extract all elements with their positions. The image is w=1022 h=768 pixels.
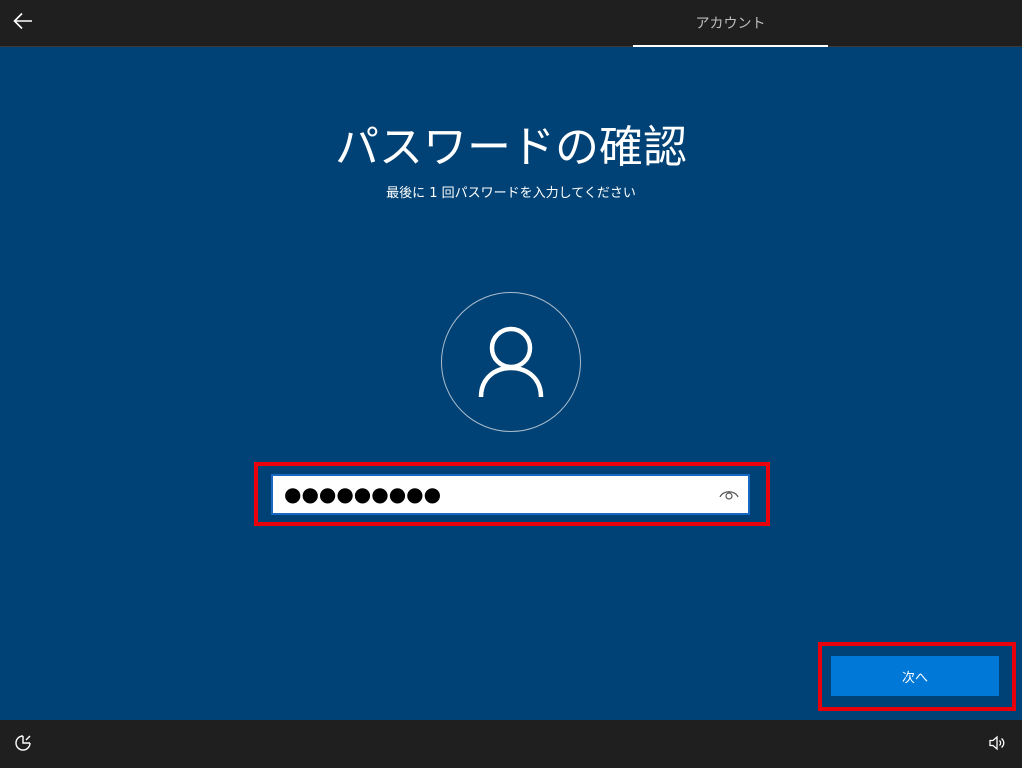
top-bar: アカウント bbox=[0, 0, 1022, 47]
ease-of-access-button[interactable] bbox=[12, 734, 34, 756]
arrow-left-icon bbox=[13, 12, 33, 34]
back-button[interactable] bbox=[8, 8, 38, 38]
tab-account[interactable]: アカウント bbox=[633, 0, 828, 47]
page-subtitle: 最後に 1 回パスワードを入力してください bbox=[386, 186, 636, 201]
bottom-bar bbox=[0, 720, 1022, 768]
password-value: ●●●●●●●●● bbox=[284, 482, 442, 506]
tab-underline bbox=[633, 45, 828, 47]
page-title: パスワードの確認 bbox=[335, 122, 687, 173]
avatar bbox=[441, 292, 581, 432]
tab-account-label: アカウント bbox=[695, 16, 766, 32]
eye-icon bbox=[719, 486, 739, 505]
next-button[interactable]: 次へ bbox=[831, 656, 999, 696]
volume-icon bbox=[988, 735, 1006, 755]
ease-of-access-icon bbox=[14, 734, 32, 756]
oobe-screen: アカウント パスワードの確認 最後に 1 回パスワードを入力してください ●●●… bbox=[0, 0, 1022, 768]
reveal-password-button[interactable] bbox=[718, 484, 740, 506]
next-button-label: 次へ bbox=[901, 670, 928, 686]
password-input[interactable]: ●●●●●●●●● bbox=[271, 474, 750, 515]
volume-button[interactable] bbox=[986, 734, 1008, 756]
